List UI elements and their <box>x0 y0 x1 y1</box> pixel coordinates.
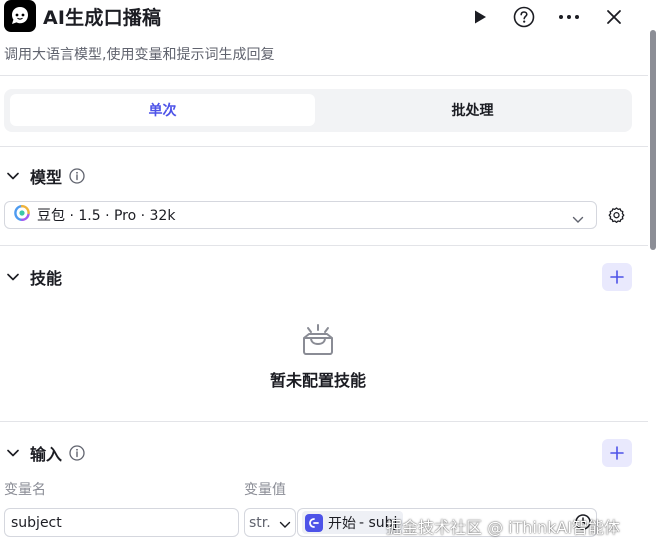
skills-section-header: 技能 <box>4 265 62 289</box>
variable-type-select[interactable]: str. <box>244 508 296 537</box>
add-skill-button[interactable] <box>602 263 632 291</box>
scrollbar[interactable] <box>650 30 656 250</box>
mode-tabs: 单次 批处理 <box>4 89 632 132</box>
variable-name-input[interactable] <box>4 508 239 537</box>
plus-icon <box>610 446 624 460</box>
more-button[interactable] <box>556 4 582 30</box>
chevron-down-icon[interactable] <box>4 444 22 462</box>
input-section-title: 输入 <box>30 445 63 464</box>
model-select-value: 豆包 · 1.5 · Pro · 32k <box>37 208 176 224</box>
more-icon <box>559 15 579 19</box>
divider <box>0 75 648 76</box>
panel-header: AI生成口播稿 <box>0 0 656 34</box>
info-icon[interactable] <box>68 444 86 462</box>
info-icon[interactable] <box>68 167 86 185</box>
chevron-down-icon[interactable] <box>4 167 22 185</box>
skills-empty-text: 暂未配置技能 <box>269 371 366 390</box>
tab-single[interactable]: 单次 <box>10 94 315 126</box>
gear-icon <box>608 206 624 223</box>
play-icon <box>475 10 486 24</box>
chevron-down-icon <box>572 209 584 228</box>
divider <box>0 245 648 246</box>
page-title: AI生成口播稿 <box>43 7 162 29</box>
chevron-down-icon <box>279 517 291 533</box>
model-section-title: 模型 <box>30 168 63 187</box>
tab-batch[interactable]: 批处理 <box>320 94 625 126</box>
column-header-name: 变量名 <box>4 482 46 498</box>
start-node-icon <box>305 513 323 532</box>
add-input-button[interactable] <box>602 439 632 467</box>
model-section-header: 模型 <box>4 164 86 188</box>
help-button[interactable] <box>511 4 537 30</box>
play-button[interactable] <box>467 4 493 30</box>
empty-box-icon <box>300 322 336 360</box>
variable-type-value: str. <box>249 514 271 531</box>
help-icon <box>513 6 535 28</box>
close-button[interactable] <box>601 4 627 30</box>
chevron-down-icon[interactable] <box>4 268 22 286</box>
doubao-logo-icon <box>14 205 30 225</box>
watermark-text: 掘金技术社区 @ iThinkAI智能体 <box>386 518 621 537</box>
plus-icon <box>610 270 624 284</box>
robot-icon <box>4 0 36 32</box>
divider <box>0 146 648 147</box>
node-description: 调用大语言模型,使用变量和提示词生成回复 <box>4 47 275 63</box>
model-select[interactable]: 豆包 · 1.5 · Pro · 32k <box>4 201 597 229</box>
reference-node-name: 开始 <box>328 515 356 532</box>
close-icon <box>607 10 621 24</box>
input-section-header: 输入 <box>4 441 86 465</box>
column-header-value: 变量值 <box>244 482 286 498</box>
divider <box>0 421 648 422</box>
model-settings-button[interactable] <box>604 203 628 227</box>
skills-section-title: 技能 <box>30 269 63 288</box>
